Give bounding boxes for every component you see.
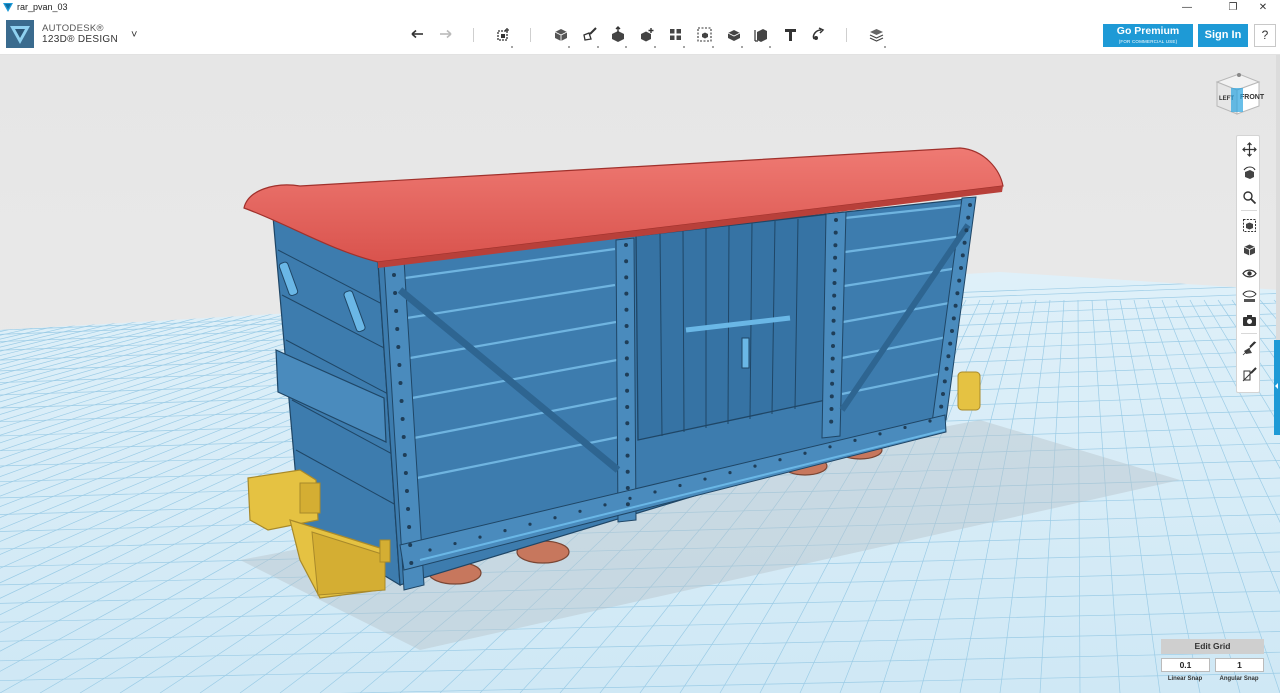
linear-snap-input[interactable]: 0.1 xyxy=(1161,658,1210,672)
snap-button[interactable] xyxy=(807,22,829,46)
pattern-icon xyxy=(669,28,681,40)
scene-canvas[interactable] xyxy=(0,55,1280,693)
text-icon xyxy=(784,28,796,41)
modify-icon xyxy=(640,27,653,41)
app-menu-chevron-icon[interactable]: ˅ xyxy=(131,29,137,41)
group-button[interactable] xyxy=(693,22,715,48)
go-premium-label: Go Premium xyxy=(1116,25,1180,37)
go-premium-button[interactable]: Go Premium (FOR COMMERCIAL USE) xyxy=(1103,24,1193,47)
title-bar: rar_pvan_03 xyxy=(0,0,1280,14)
brand-company: AUTODESK® xyxy=(42,23,104,34)
redo-button[interactable] xyxy=(434,22,456,46)
zoom-icon xyxy=(1242,190,1256,204)
minimize-button[interactable]: — xyxy=(1170,0,1204,14)
toolbar-separator xyxy=(846,28,847,42)
transform-button[interactable] xyxy=(492,22,514,48)
measure-icon xyxy=(753,28,767,42)
viewcube-front-label[interactable]: FRONT xyxy=(1240,94,1265,101)
scroll-track[interactable] xyxy=(1276,55,1280,340)
zoom-button[interactable] xyxy=(1240,188,1258,206)
primitives-button[interactable] xyxy=(549,22,571,48)
transform-icon xyxy=(496,27,509,41)
material-visibility-icon xyxy=(1241,290,1257,302)
3d-viewport[interactable]: LEFT FRONT xyxy=(0,55,1280,693)
fit-icon xyxy=(1242,218,1256,232)
material-button[interactable] xyxy=(865,22,887,48)
construct-button[interactable] xyxy=(606,22,628,48)
pattern-button[interactable] xyxy=(664,22,686,48)
brand: AUTODESK® 123D® DESIGN xyxy=(6,20,118,48)
close-button[interactable]: ✕ xyxy=(1246,0,1280,14)
app-icon xyxy=(3,2,13,12)
sketch-visibility-icon xyxy=(1242,340,1256,355)
visibility-button[interactable] xyxy=(1240,264,1258,282)
toolbar-separator xyxy=(473,28,474,42)
app-window: rar_pvan_03 — ❐ ✕ AUTODESK® 123D® DESIGN… xyxy=(0,0,1280,693)
panel-toggle-arrow-icon xyxy=(1275,383,1278,389)
sketch-visibility-button[interactable] xyxy=(1240,339,1258,357)
hide-sketch-button[interactable] xyxy=(1240,365,1258,383)
orbit-icon xyxy=(1243,165,1255,179)
orbit-button[interactable] xyxy=(1240,164,1258,182)
pan-button[interactable] xyxy=(1240,140,1258,158)
hide-sketch-icon xyxy=(1242,366,1257,381)
screenshot-button[interactable] xyxy=(1240,311,1258,329)
combine-icon xyxy=(727,29,740,41)
modify-button[interactable] xyxy=(635,22,657,48)
measure-button[interactable] xyxy=(750,22,772,48)
toolbar-separator xyxy=(530,28,531,42)
view-cube[interactable]: LEFT FRONT xyxy=(1209,68,1265,120)
primitives-icon xyxy=(554,28,567,41)
go-premium-sublabel: (FOR COMMERCIAL USE) xyxy=(1118,39,1178,44)
grid-panel: Edit Grid 0.1 1 Linear Snap Angular Snap xyxy=(1161,639,1264,687)
undo-button[interactable] xyxy=(406,22,428,46)
visibility-icon xyxy=(1241,269,1257,277)
window-title: rar_pvan_03 xyxy=(17,2,68,12)
sketch-icon xyxy=(582,26,597,41)
view-icon xyxy=(1243,244,1255,255)
redo-icon xyxy=(439,29,452,38)
sign-in-button[interactable]: Sign In xyxy=(1198,24,1248,47)
door-latch xyxy=(741,337,750,369)
group-icon xyxy=(696,26,712,42)
restore-button[interactable]: ❐ xyxy=(1216,0,1250,14)
undo-icon xyxy=(410,29,423,38)
text-button[interactable] xyxy=(779,22,801,46)
sketch-button[interactable] xyxy=(578,22,600,48)
linear-snap-label: Linear Snap xyxy=(1167,676,1203,682)
fit-button[interactable] xyxy=(1240,216,1258,234)
view-mode-button[interactable] xyxy=(1240,240,1258,258)
help-button[interactable]: ? xyxy=(1254,24,1276,47)
construct-icon xyxy=(611,25,624,42)
material-visibility-button[interactable] xyxy=(1240,287,1258,305)
pan-icon xyxy=(1241,141,1257,157)
rear-buffer xyxy=(957,371,981,411)
angular-snap-label: Angular Snap xyxy=(1219,676,1259,682)
viewcube-home-icon[interactable] xyxy=(1237,73,1241,77)
navigation-bar xyxy=(1236,135,1260,393)
main-toolbar: AUTODESK® 123D® DESIGN ˅ Go Premium (FOR… xyxy=(0,14,1280,55)
combine-button[interactable] xyxy=(722,22,744,48)
screenshot-icon xyxy=(1242,314,1256,326)
viewcube-highlight xyxy=(1231,88,1243,112)
angular-snap-input[interactable]: 1 xyxy=(1215,658,1264,672)
snap-icon xyxy=(812,26,824,40)
material-icon xyxy=(869,28,883,42)
brand-product: 123D® DESIGN xyxy=(42,34,118,45)
edit-grid-button[interactable]: Edit Grid xyxy=(1161,639,1264,654)
autodesk-logo-icon xyxy=(6,20,34,48)
